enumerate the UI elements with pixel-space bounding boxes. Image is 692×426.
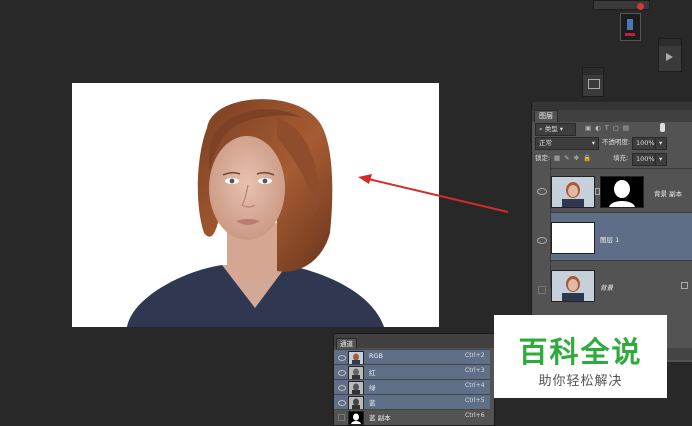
channel-name: RGB	[369, 352, 384, 360]
chevron-down-icon: ▾	[591, 139, 595, 147]
filter-kind-icons[interactable]: ▣◐T▢▤	[585, 123, 645, 134]
opacity-label: 不透明度:	[602, 138, 631, 146]
notification-dot	[637, 3, 644, 10]
layer-name[interactable]: 图层 1	[600, 234, 619, 244]
eye-icon[interactable]	[338, 385, 346, 391]
tab-channels[interactable]: 通道	[336, 338, 357, 349]
channel-shortcut: Ctrl+4	[465, 382, 485, 389]
visibility-toggle-empty[interactable]	[338, 414, 345, 421]
eye-icon[interactable]	[338, 370, 346, 376]
channels-panel: 通道 RGB Ctrl+2 红 Ctrl+3 绿 Ctrl+4 蓝 Ctrl+5…	[333, 333, 495, 426]
navigator-thumbnail[interactable]	[620, 13, 641, 41]
layer-row-background[interactable]: 背景	[551, 260, 692, 309]
panel-icon	[588, 79, 600, 89]
watermark-title: 百科全说	[518, 335, 643, 369]
channel-shortcut: Ctrl+2	[465, 352, 485, 359]
panel-titlebar[interactable]	[532, 102, 692, 110]
channel-thumbnail	[348, 351, 364, 365]
channel-shortcut: Ctrl+5	[465, 397, 485, 404]
fill-label: 填充:	[613, 154, 629, 162]
layer-thumbnail	[551, 176, 595, 208]
collapsed-actions-panel[interactable]	[658, 38, 682, 72]
layer-thumbnail	[551, 222, 595, 254]
opacity-stepper[interactable]: ▾	[655, 137, 667, 150]
layer-name[interactable]: 背景 副本	[654, 188, 682, 198]
layer-row-background-copy[interactable]: 背景 副本	[551, 168, 692, 213]
channel-shortcut: Ctrl+6	[465, 412, 485, 419]
layer-name[interactable]: 背景	[600, 282, 613, 292]
channel-row-blue[interactable]: 蓝 Ctrl+5	[334, 394, 490, 410]
watermark-logo: 百科全说 助你轻松解决	[494, 315, 667, 398]
watermark-subtitle: 助你轻松解决	[538, 374, 623, 389]
channel-name: 红	[369, 369, 376, 377]
channel-row-blue-copy[interactable]: 蓝 副本 Ctrl+6	[334, 409, 490, 425]
visibility-toggle-empty[interactable]	[538, 286, 546, 294]
layer-thumbnail	[551, 270, 595, 302]
lock-icon	[681, 282, 688, 289]
filter-label: 类型	[544, 125, 558, 133]
layer-filter-dropdown[interactable]: ⌕ 类型 ▾	[535, 123, 576, 136]
channel-name: 绿	[369, 384, 376, 392]
annotation-arrow	[358, 174, 509, 213]
channel-thumbnail	[348, 396, 364, 410]
layer-mask-thumbnail[interactable]	[600, 176, 644, 208]
channel-thumbnail	[348, 366, 364, 380]
filter-toggle[interactable]	[660, 123, 665, 132]
channel-row-green[interactable]: 绿 Ctrl+4	[334, 379, 490, 395]
channel-thumbnail	[348, 381, 364, 395]
play-icon[interactable]	[666, 53, 673, 61]
eye-icon[interactable]	[338, 400, 346, 406]
blend-mode-dropdown[interactable]: 正常 ▾	[535, 137, 599, 150]
eye-icon[interactable]	[537, 188, 547, 195]
channel-name: 蓝 副本	[369, 414, 391, 422]
collapsed-history-panel[interactable]	[582, 67, 604, 97]
layer-row-layer-1[interactable]: 图层 1	[551, 212, 692, 261]
blend-mode-value: 正常	[539, 139, 552, 147]
search-icon: ⌕	[539, 125, 543, 133]
eye-icon[interactable]	[338, 355, 346, 361]
fill-stepper[interactable]: ▾	[655, 153, 667, 166]
channel-row-red[interactable]: 红 Ctrl+3	[334, 364, 490, 380]
eye-icon[interactable]	[537, 237, 547, 244]
channel-thumbnail	[348, 411, 364, 425]
channel-row-rgb[interactable]: RGB Ctrl+2	[334, 349, 490, 365]
channel-name: 蓝	[369, 399, 376, 407]
layers-footer-icons[interactable]	[665, 348, 692, 360]
visibility-column	[532, 158, 551, 288]
tab-layers[interactable]: 图层	[534, 110, 558, 122]
lock-icons[interactable]: ▦✎✥🔒	[554, 153, 595, 164]
channel-shortcut: Ctrl+3	[465, 367, 485, 374]
